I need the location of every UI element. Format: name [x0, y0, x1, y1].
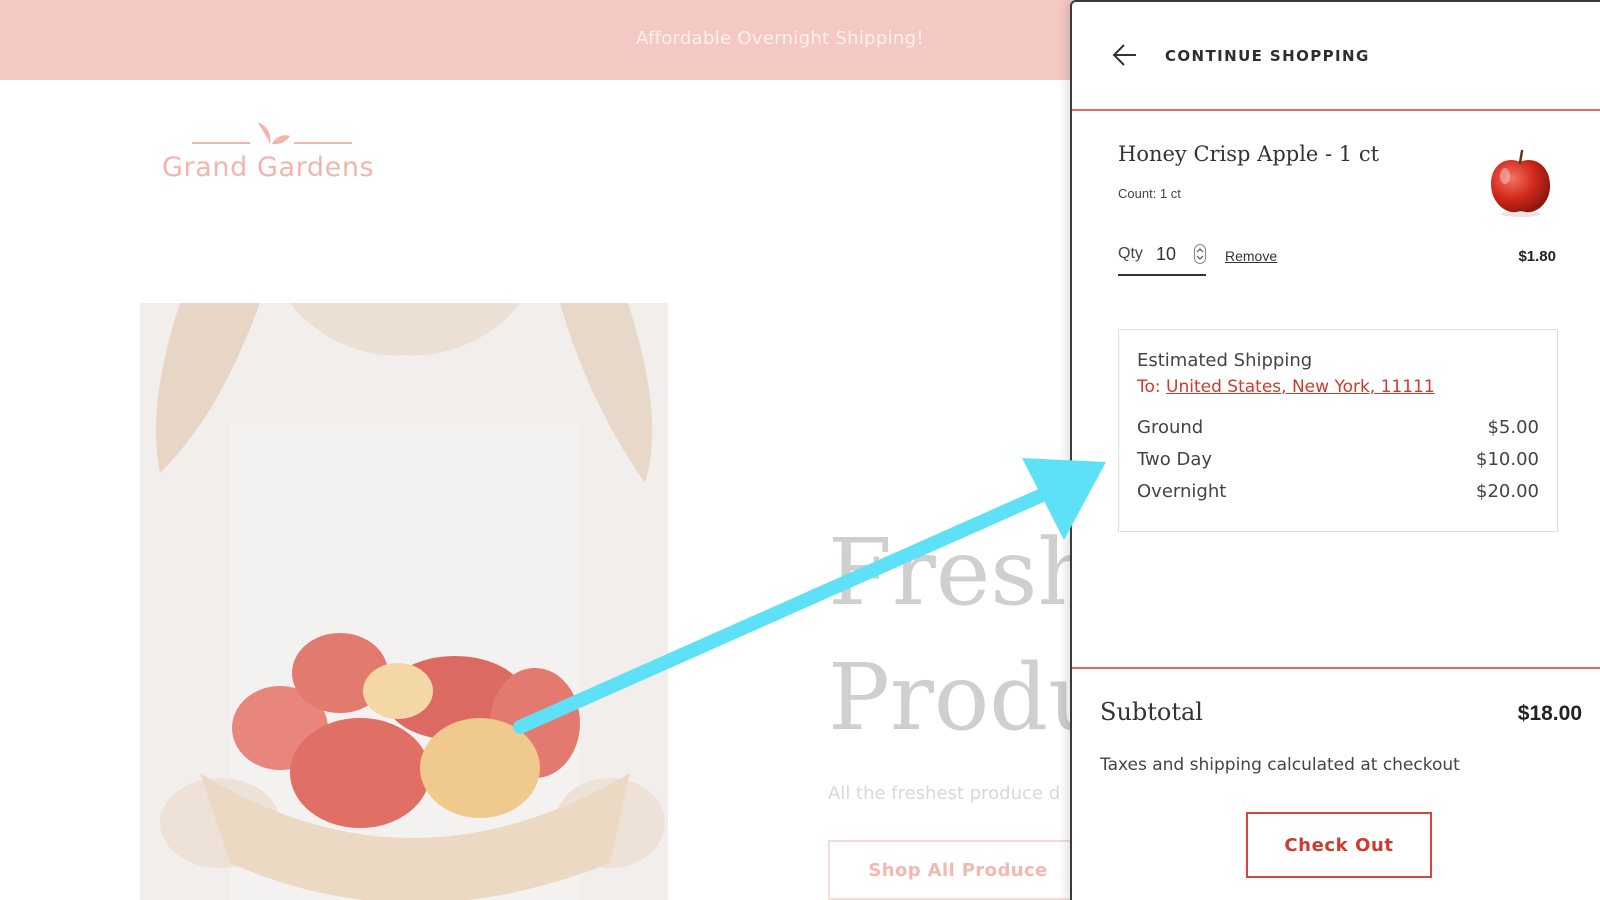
quantity-stepper-icon[interactable] — [1194, 244, 1206, 264]
shipping-option-name: Two Day — [1137, 449, 1213, 470]
shipping-option-price: $5.00 — [1487, 417, 1539, 438]
shipping-option-row: Two Day $10.00 — [1137, 449, 1539, 477]
tax-note: Taxes and shipping calculated at checkou… — [1100, 755, 1460, 775]
announcement-text: Affordable Overnight Shipping! — [636, 28, 924, 49]
shipping-title: Estimated Shipping — [1137, 350, 1313, 371]
shop-all-button[interactable]: Shop All Produce — [828, 840, 1088, 900]
logo-text: Grand Gardens — [162, 152, 375, 183]
store-logo[interactable]: Grand Gardens — [162, 116, 382, 196]
shipping-destination: To: United States, New York, 11111 — [1137, 377, 1435, 397]
line-price: $1.80 — [1518, 248, 1556, 265]
quantity-input[interactable] — [1156, 241, 1184, 267]
shipping-destination-link[interactable]: United States, New York, 11111 — [1166, 377, 1435, 397]
item-variant: Count: 1 ct — [1118, 186, 1181, 201]
shipping-option-name: Overnight — [1137, 481, 1227, 502]
quantity-control: Qty — [1118, 238, 1206, 276]
qty-label: Qty — [1118, 245, 1143, 262]
hero-title: Fresh Produ — [828, 510, 1107, 760]
checkout-button[interactable]: Check Out — [1246, 812, 1432, 878]
shipping-to-prefix: To: — [1137, 377, 1167, 397]
hero-subtitle: All the freshest produce d — [828, 783, 1061, 804]
shipping-option-price: $20.00 — [1476, 481, 1539, 502]
hero-title-line1: Fresh — [828, 519, 1097, 626]
shipping-option-row: Ground $5.00 — [1137, 417, 1539, 445]
shipping-option-row: Overnight $20.00 — [1137, 481, 1539, 509]
item-title[interactable]: Honey Crisp Apple - 1 ct — [1118, 142, 1379, 166]
cart-header: CONTINUE SHOPPING — [1072, 2, 1600, 111]
estimated-shipping-box: Estimated Shipping To: United States, Ne… — [1118, 329, 1558, 532]
shipping-option-name: Ground — [1137, 417, 1204, 438]
continue-shopping-link[interactable]: CONTINUE SHOPPING — [1165, 47, 1370, 65]
hero-image — [140, 303, 668, 900]
shipping-option-price: $10.00 — [1476, 449, 1539, 470]
subtotal-label: Subtotal — [1100, 698, 1203, 726]
remove-link[interactable]: Remove — [1225, 248, 1277, 264]
hero-title-line2: Produ — [828, 644, 1108, 751]
apple-icon[interactable] — [1485, 148, 1555, 218]
back-arrow-icon[interactable] — [1112, 42, 1138, 68]
subtotal-value: $18.00 — [1517, 702, 1582, 725]
leaf-icon — [192, 122, 352, 145]
footer-divider — [1072, 667, 1600, 669]
cart-drawer: CONTINUE SHOPPING Honey Crisp Apple - 1 … — [1070, 0, 1600, 900]
